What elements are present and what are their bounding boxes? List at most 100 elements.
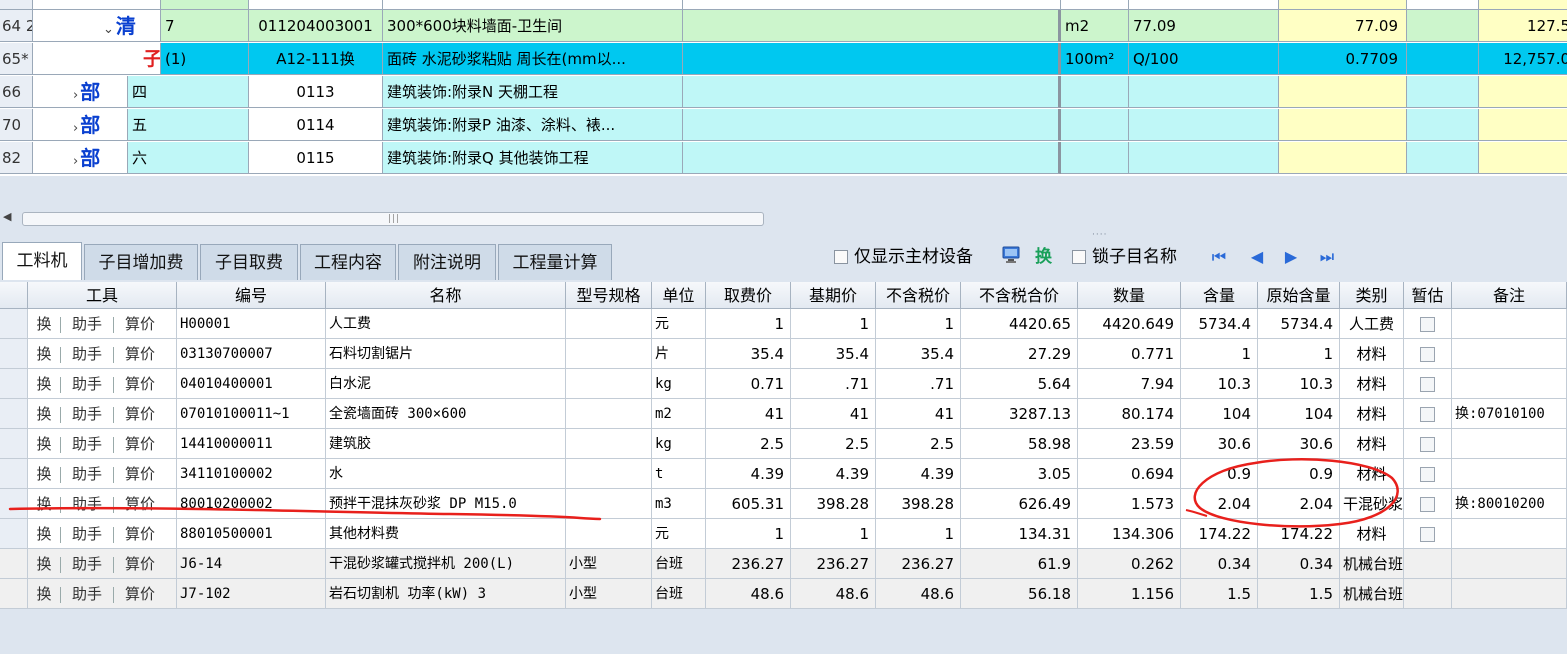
qty-cell[interactable]: 0.694 bbox=[1078, 459, 1181, 489]
swap-button[interactable]: 换 bbox=[28, 459, 60, 488]
qty-expr-cell[interactable] bbox=[1129, 109, 1279, 141]
category-cell[interactable]: 材料 bbox=[1340, 339, 1404, 369]
base-price-cell[interactable]: 236.27 bbox=[791, 549, 876, 579]
unit-cell[interactable]: 台班 bbox=[652, 579, 706, 609]
helper-button[interactable]: 助手 bbox=[61, 459, 113, 488]
first-icon[interactable]: ⏮ bbox=[1210, 246, 1228, 268]
expand-icon[interactable]: › bbox=[73, 88, 78, 103]
name-cell[interactable]: 干混砂浆罐式搅拌机 200(L) bbox=[326, 549, 566, 579]
swap-button[interactable]: 换 bbox=[28, 519, 60, 548]
seq-cell[interactable]: 五 bbox=[128, 109, 249, 141]
note-cell[interactable]: 换:80010200 bbox=[1452, 489, 1567, 519]
tab-item-fees[interactable]: 子目取费 bbox=[200, 244, 298, 280]
qty-cell[interactable]: 80.174 bbox=[1078, 399, 1181, 429]
content-cell[interactable]: 1.5 bbox=[1181, 579, 1258, 609]
fee-price-cell[interactable]: 0.71 bbox=[706, 369, 791, 399]
fee-price-cell[interactable]: 48.6 bbox=[706, 579, 791, 609]
est-cell[interactable] bbox=[1404, 429, 1452, 459]
fee-price-cell[interactable]: 2.5 bbox=[706, 429, 791, 459]
name-cell[interactable]: 岩石切割机 功率(kW) 3 bbox=[326, 579, 566, 609]
row-selector[interactable] bbox=[0, 459, 28, 489]
est-cell[interactable] bbox=[1404, 579, 1452, 609]
orig-content-cell[interactable]: 0.34 bbox=[1258, 549, 1340, 579]
category-cell[interactable]: 材料 bbox=[1340, 369, 1404, 399]
helper-button[interactable]: 助手 bbox=[61, 369, 113, 398]
content-cell[interactable]: 0.9 bbox=[1181, 459, 1258, 489]
header-code[interactable]: 编号 bbox=[177, 282, 326, 309]
base-price-cell[interactable]: 2.5 bbox=[791, 429, 876, 459]
unit-cell[interactable]: 元 bbox=[652, 309, 706, 339]
note-cell[interactable] bbox=[1452, 459, 1567, 489]
header-base-price[interactable]: 基期价 bbox=[791, 282, 876, 309]
price-cell[interactable]: 12,757.0 bbox=[1479, 43, 1567, 75]
empty-cell[interactable] bbox=[683, 10, 1061, 42]
ex-tax-total-cell[interactable]: 3287.13 bbox=[961, 399, 1078, 429]
spec-cell[interactable] bbox=[566, 399, 652, 429]
header-ex-tax-total[interactable]: 不含税合价 bbox=[961, 282, 1078, 309]
fee-price-cell[interactable]: 41 bbox=[706, 399, 791, 429]
name-cell[interactable]: 水 bbox=[326, 459, 566, 489]
estimate-checkbox[interactable] bbox=[1420, 407, 1435, 422]
row-selector[interactable] bbox=[0, 339, 28, 369]
table-row[interactable]: 换助手 算价 H00001 人工费元 1 1 1 4420.65 4420.649 5734.4 5… bbox=[0, 309, 1567, 339]
code-cell[interactable]: 04010400001 bbox=[177, 369, 326, 399]
ex-tax-cell[interactable]: 48.6 bbox=[876, 579, 961, 609]
last-icon[interactable]: ⏭ bbox=[1318, 246, 1336, 268]
row-selector[interactable] bbox=[0, 399, 28, 429]
helper-button[interactable]: 助手 bbox=[61, 519, 113, 548]
expand-icon[interactable]: › bbox=[73, 154, 78, 169]
ex-tax-cell[interactable]: 1 bbox=[876, 309, 961, 339]
name-cell[interactable]: 白水泥 bbox=[326, 369, 566, 399]
estimate-checkbox[interactable] bbox=[1420, 467, 1435, 482]
qty-cell[interactable] bbox=[1279, 76, 1407, 108]
table-row[interactable]: 换助手 算价 14410000011 建筑胶 kg 2.5 2.5 2.5 58.98 23.59… bbox=[0, 429, 1567, 459]
scroll-thumb[interactable]: ||| bbox=[22, 212, 764, 226]
helper-button[interactable]: 助手 bbox=[61, 399, 113, 428]
content-cell[interactable]: 1 bbox=[1181, 339, 1258, 369]
ex-tax-total-cell[interactable]: 61.9 bbox=[961, 549, 1078, 579]
category-cell[interactable]: 干混砂浆 bbox=[1340, 489, 1404, 519]
ex-tax-total-cell[interactable]: 134.31 bbox=[961, 519, 1078, 549]
empty-cell[interactable] bbox=[1407, 10, 1479, 42]
tab-notes[interactable]: 附注说明 bbox=[398, 244, 496, 280]
unit-cell[interactable]: 片 bbox=[652, 339, 706, 369]
est-cell[interactable] bbox=[1404, 309, 1452, 339]
name-cell[interactable]: 人工费 bbox=[326, 309, 566, 339]
unit-cell[interactable]: m2 bbox=[652, 399, 706, 429]
orig-content-cell[interactable]: 104 bbox=[1258, 399, 1340, 429]
base-price-cell[interactable]: .71 bbox=[791, 369, 876, 399]
ex-tax-cell[interactable]: .71 bbox=[876, 369, 961, 399]
content-cell[interactable]: 0.34 bbox=[1181, 549, 1258, 579]
calc-price-button[interactable]: 算价 bbox=[114, 309, 166, 338]
ex-tax-total-cell[interactable]: 56.18 bbox=[961, 579, 1078, 609]
calc-price-button[interactable]: 算价 bbox=[114, 459, 166, 488]
category-cell[interactable]: 人工费 bbox=[1340, 309, 1404, 339]
calc-price-button[interactable]: 算价 bbox=[114, 549, 166, 578]
unit-cell[interactable]: kg bbox=[652, 369, 706, 399]
content-cell[interactable]: 104 bbox=[1181, 399, 1258, 429]
category-cell[interactable]: 材料 bbox=[1340, 429, 1404, 459]
spec-cell[interactable] bbox=[566, 369, 652, 399]
qty-cell[interactable]: 0.262 bbox=[1078, 549, 1181, 579]
orig-content-cell[interactable]: 1 bbox=[1258, 339, 1340, 369]
name-cell[interactable]: 建筑装饰:附录P 油漆、涂料、裱... bbox=[383, 109, 683, 141]
est-cell[interactable] bbox=[1404, 399, 1452, 429]
note-cell[interactable] bbox=[1452, 579, 1567, 609]
qty-cell[interactable]: 4420.649 bbox=[1078, 309, 1181, 339]
code-cell[interactable]: 0113 bbox=[249, 76, 383, 108]
monitor-icon[interactable] bbox=[1001, 245, 1021, 265]
empty-cell[interactable] bbox=[1407, 109, 1479, 141]
calc-price-button[interactable]: 算价 bbox=[114, 489, 166, 518]
header-tools[interactable]: 工具 bbox=[28, 282, 177, 309]
base-price-cell[interactable]: 1 bbox=[791, 309, 876, 339]
qty-expr-cell[interactable]: 77.09 bbox=[1129, 10, 1279, 42]
empty-cell[interactable] bbox=[683, 142, 1061, 174]
table-row[interactable]: 66 › 部 四 0113 建筑装饰:附录N 天棚工程 bbox=[0, 76, 1567, 108]
base-price-cell[interactable]: 35.4 bbox=[791, 339, 876, 369]
seq-cell[interactable]: (1) bbox=[161, 43, 249, 75]
content-cell[interactable]: 10.3 bbox=[1181, 369, 1258, 399]
qty-cell[interactable] bbox=[1279, 109, 1407, 141]
header-qty[interactable]: 数量 bbox=[1078, 282, 1181, 309]
spec-cell[interactable] bbox=[566, 309, 652, 339]
name-cell[interactable]: 全瓷墙面砖 300×600 bbox=[326, 399, 566, 429]
